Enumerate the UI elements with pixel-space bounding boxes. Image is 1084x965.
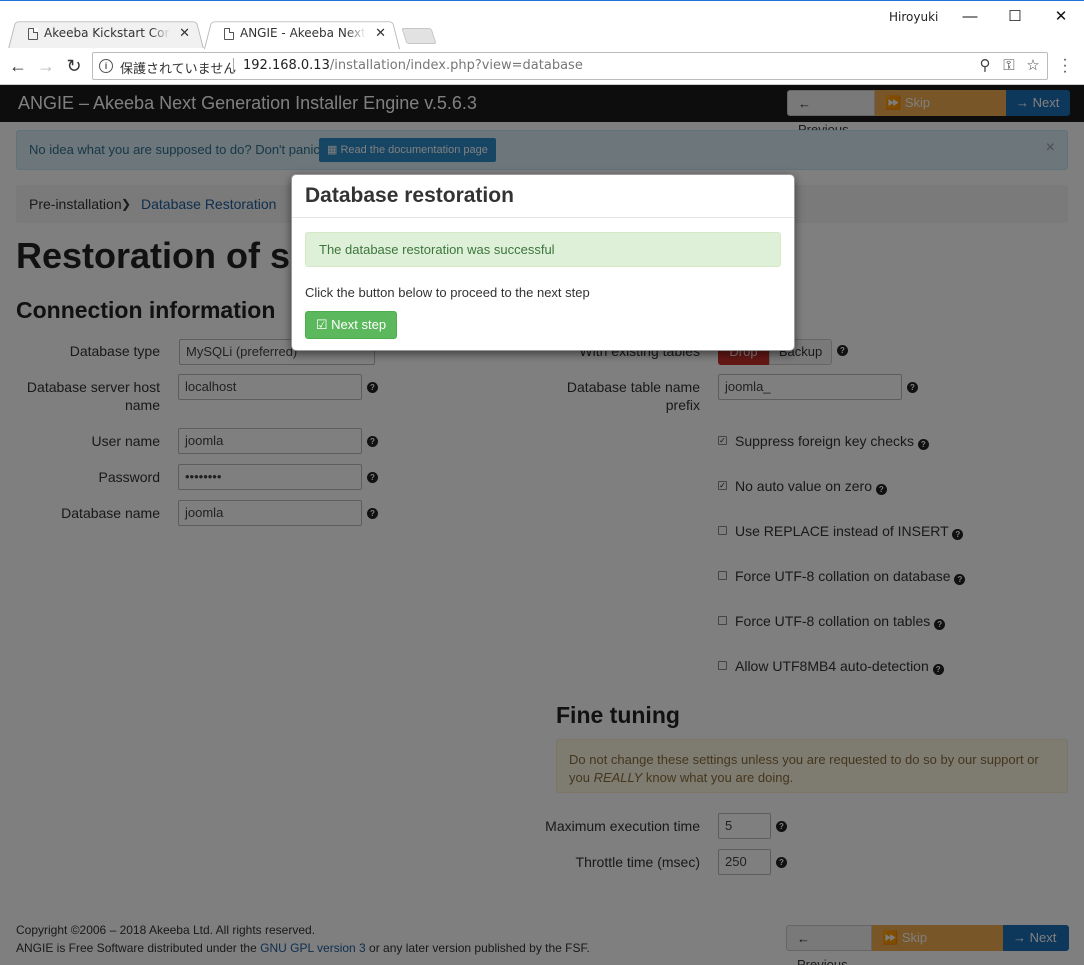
back-icon[interactable]: ←: [7, 55, 29, 77]
next-step-label: Next step: [331, 317, 387, 332]
profile-name[interactable]: Hiroyuki: [889, 10, 938, 24]
page-icon: [28, 28, 38, 40]
url-text[interactable]: 192.168.0.13/installation/index.php?view…: [243, 58, 583, 73]
check-square-icon: ☑: [315, 317, 332, 332]
tab-close-icon[interactable]: ✕: [179, 25, 190, 41]
tab-angie[interactable]: ANGIE - Akeeba Next Generation Installer…: [204, 19, 400, 49]
tab-close-icon[interactable]: ✕: [375, 25, 386, 41]
tab-kickstart[interactable]: Akeeba Kickstart Core 5.4 ✕: [8, 19, 204, 49]
url-host: 192.168.0.13: [243, 58, 330, 73]
success-alert: The database restoration was successful: [305, 232, 781, 267]
modal-header: Database restoration: [292, 175, 794, 218]
key-icon[interactable]: ⚿: [999, 56, 1019, 76]
reload-icon[interactable]: ↻: [63, 55, 85, 77]
window-close-button[interactable]: ✕: [1049, 6, 1073, 28]
address-bar[interactable]: i 保護されていません 192.168.0.13/installation/in…: [92, 52, 1048, 80]
tab-title: Akeeba Kickstart Core 5.4: [44, 26, 170, 40]
tab-title: ANGIE - Akeeba Next Generation Installer…: [240, 26, 366, 40]
menu-icon[interactable]: · · ·: [1060, 52, 1070, 80]
url-path: /installation/index.php?view=database: [329, 58, 583, 73]
database-restoration-modal: Database restoration The database restor…: [291, 174, 795, 351]
next-step-button[interactable]: ☑ Next step: [305, 311, 397, 339]
bookmark-star-icon[interactable]: ☆: [1023, 56, 1043, 76]
info-icon[interactable]: i: [99, 59, 113, 73]
browser-toolbar: ← → ↻ i 保護されていません 192.168.0.13/installat…: [0, 48, 1084, 85]
zoom-icon[interactable]: ⚲: [975, 56, 995, 76]
security-label[interactable]: 保護されていません: [120, 58, 236, 77]
modal-instructions: Click the button below to proceed to the…: [305, 285, 590, 300]
page: ANGIE – Akeeba Next Generation Installer…: [0, 85, 1084, 965]
maximize-button[interactable]: ☐: [1003, 6, 1027, 28]
separator: [233, 58, 234, 74]
page-icon: [224, 28, 234, 40]
modal-title: Database restoration: [305, 184, 514, 207]
browser-titlebar: Akeeba Kickstart Core 5.4 ✕ ANGIE - Akee…: [0, 0, 1084, 49]
minimize-button[interactable]: —: [958, 6, 982, 28]
forward-icon[interactable]: →: [35, 55, 57, 77]
new-tab-button[interactable]: [401, 28, 437, 44]
